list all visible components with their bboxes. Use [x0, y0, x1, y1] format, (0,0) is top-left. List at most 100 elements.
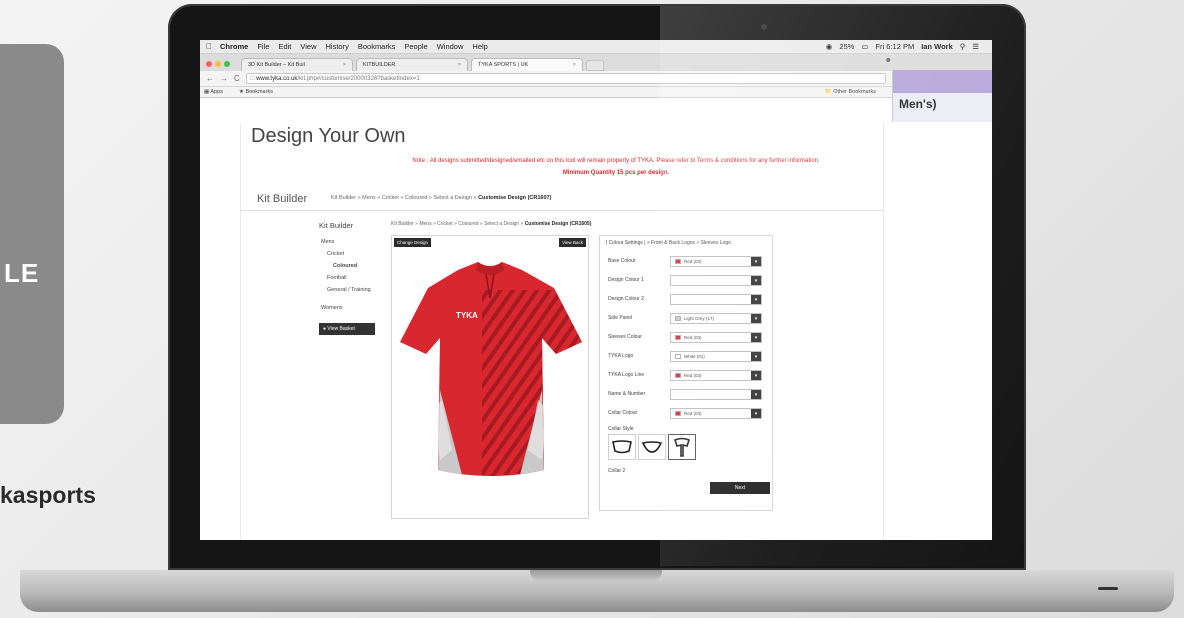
settings-tabs[interactable]: | Colour Settings | » Front & Back Logos… [606, 240, 731, 246]
tab-tyka-sports[interactable]: TYKA SPORTS | UK × [471, 58, 583, 71]
menu-view[interactable]: View [300, 42, 316, 51]
tyka-logo-line-select[interactable]: Red (03) ▾ [670, 370, 762, 381]
reload-icon[interactable]: C [234, 74, 240, 83]
chevron-down-icon[interactable]: ▾ [751, 390, 761, 399]
design-colour-2-label: Design Colour 2 [608, 296, 644, 302]
user-name[interactable]: Ian Work [921, 42, 953, 51]
colour-settings-panel: | Colour Settings | » Front & Back Logos… [599, 235, 773, 511]
bookmark-apps[interactable]: ▦ Apps [204, 89, 231, 95]
left-nav-cricket[interactable]: Cricket [327, 251, 344, 257]
chevron-down-icon[interactable]: ▾ [751, 333, 761, 342]
web-page: Design Your Own Note : All designs submi… [200, 123, 992, 540]
maximize-window-icon[interactable] [224, 61, 230, 67]
base-colour-label: Base Colour [608, 258, 636, 264]
next-button[interactable]: Next [710, 482, 770, 494]
shirt-logo: TYKA [456, 311, 478, 320]
left-nav-mens[interactable]: Mens [321, 239, 334, 245]
chevron-down-icon[interactable]: ▾ [751, 409, 761, 418]
tyka-logo-label: TYKA Logo [608, 353, 634, 359]
battery-percent[interactable]: 25% [839, 42, 854, 51]
menu-people[interactable]: People [404, 42, 427, 51]
slide-handle: kasports [0, 482, 96, 508]
background-window-text: Men's) [899, 97, 937, 111]
menu-edit[interactable]: Edit [278, 42, 291, 51]
close-tab-icon[interactable]: × [458, 62, 461, 68]
sleeves-colour-select[interactable]: Red (03) ▾ [670, 332, 762, 343]
tyka-logo-line-label: TYKA Logo Line [608, 372, 645, 378]
chevron-down-icon[interactable]: ▾ [751, 276, 761, 285]
left-nav-general-training[interactable]: General / Training [327, 287, 371, 293]
chevron-down-icon[interactable]: ▾ [751, 352, 761, 361]
tab-kitbuilder[interactable]: KITBUILDER × [356, 58, 468, 71]
url-host: www.tyka.co.uk [256, 75, 298, 82]
chevron-down-icon[interactable]: ▾ [751, 371, 761, 380]
minimize-window-icon[interactable] [215, 61, 221, 67]
chevron-down-icon[interactable]: ▾ [751, 295, 761, 304]
notifications-icon[interactable]: ☰ [972, 42, 979, 51]
breadcrumb-current: Customise Design (CR1607) [478, 195, 552, 201]
tyka-logo-select[interactable]: White (01) ▾ [670, 351, 762, 362]
shirt-image[interactable]: TYKA [392, 250, 588, 482]
design-colour-2-select[interactable]: ▾ [670, 294, 762, 305]
shirt-preview: Change Design View Back TYKA [391, 235, 589, 519]
collar-option-round[interactable] [608, 434, 636, 460]
close-tab-icon[interactable]: × [343, 62, 346, 68]
window-controls [206, 57, 233, 71]
left-nav-football[interactable]: Football [327, 275, 347, 281]
chevron-down-icon[interactable]: ▾ [751, 314, 761, 323]
profile-icon[interactable]: ☻ [885, 57, 892, 64]
menu-history[interactable]: History [326, 42, 349, 51]
menu-file[interactable]: File [257, 42, 269, 51]
chevron-down-icon[interactable]: ▾ [751, 257, 761, 266]
apple-icon[interactable]:  [206, 42, 212, 51]
side-panel-select[interactable]: Light Grey (17) ▾ [670, 313, 762, 324]
tab-bar: 3D Kit Builder – Kit Buil × KITBUILDER ×… [200, 54, 992, 71]
clock[interactable]: Fri 6:12 PM [875, 42, 914, 51]
bookmark-other[interactable]: 📁 Other Bookmarks [825, 89, 884, 95]
view-basket-button[interactable]: ● View Basket [319, 323, 375, 335]
new-tab-button[interactable] [586, 60, 604, 71]
laptop-base [20, 570, 1174, 612]
address-bar: ← → C □ www.tyka.co.uk /kit.php#/customi… [200, 71, 992, 87]
menu-bookmarks[interactable]: Bookmarks [358, 42, 396, 51]
collar-colour-select[interactable]: Red (03) ▾ [670, 408, 762, 419]
left-nav-title: Kit Builder [319, 221, 354, 230]
menu-window[interactable]: Window [437, 42, 464, 51]
wifi-icon[interactable]: ◉ [826, 42, 833, 51]
page-content: Design Your Own Note : All designs submi… [240, 123, 885, 540]
breadcrumb-trail[interactable]: Kit Builder » Mens » Cricket » Coloured … [331, 195, 477, 201]
collar-option-v[interactable] [638, 434, 666, 460]
background-window-header [893, 70, 992, 93]
page-title: Design Your Own [251, 125, 406, 147]
collar-option-polo[interactable] [668, 434, 696, 460]
spotlight-icon[interactable]: ⚲ [960, 42, 966, 51]
url-input[interactable]: □ www.tyka.co.uk /kit.php#/customise/200… [245, 73, 886, 84]
back-icon[interactable]: ← [206, 74, 214, 83]
forward-icon[interactable]: → [220, 74, 228, 83]
divider [241, 210, 885, 211]
colour-swatch [675, 373, 681, 378]
colour-swatch [675, 259, 681, 264]
close-tab-icon[interactable]: × [573, 62, 576, 68]
bookmark-bookmarks[interactable]: ★ Bookmarks [239, 89, 281, 95]
base-colour-select[interactable]: Red (03) ▾ [670, 256, 762, 267]
side-panel-label: Side Panel [608, 315, 633, 321]
name-number-select[interactable]: ▾ [670, 389, 762, 400]
left-nav-womens[interactable]: Womens [321, 305, 343, 311]
menu-help[interactable]: Help [472, 42, 487, 51]
change-design-button[interactable]: Change Design [394, 238, 432, 247]
builder-breadcrumb: Kit Builder » Mens » Cricket » Coloured … [391, 221, 592, 227]
design-note: Note : All designs submitted/designed/em… [412, 158, 820, 164]
menu-chrome[interactable]: Chrome [220, 42, 248, 51]
tab-kit-builder-3d[interactable]: 3D Kit Builder – Kit Buil × [241, 58, 353, 71]
tab-label: TYKA SPORTS | UK [478, 62, 529, 68]
design-colour-1-select[interactable]: ▾ [670, 275, 762, 286]
polo-collar-icon [674, 437, 690, 457]
left-nav-coloured[interactable]: Coloured [333, 263, 357, 269]
tab-label: KITBUILDER [363, 62, 396, 68]
v-collar-icon [641, 441, 663, 453]
view-back-button[interactable]: View Back [559, 238, 586, 247]
sleeves-colour-label: Sleeves Colour [608, 334, 642, 340]
kit-builder-heading: Kit Builder [257, 193, 308, 205]
close-window-icon[interactable] [206, 61, 212, 67]
